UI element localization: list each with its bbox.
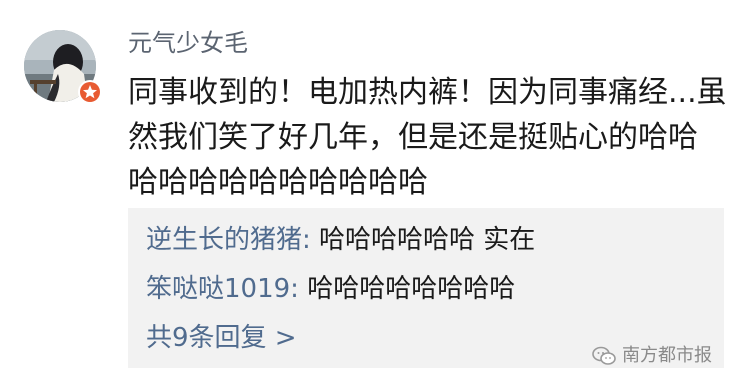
reply-author[interactable]: 笨哒哒1019: — [146, 274, 299, 304]
reply-text: 哈哈哈哈哈哈哈哈 — [307, 274, 516, 304]
wechat-icon — [592, 346, 616, 365]
reply-item: 逆生长的猪猪: 哈哈哈哈哈哈 实在 — [146, 222, 535, 258]
verified-badge-icon — [78, 80, 102, 104]
comment-line: 然我们笑了好几年，但是还是挺贴心的哈哈 — [128, 120, 698, 155]
comment-line: 同事收到的！电加热内裤！因为同事痛经...虽 — [128, 75, 727, 110]
reply-author[interactable]: 逆生长的猪猪: — [146, 225, 311, 255]
reply-text: 哈哈哈哈哈哈 实在 — [319, 225, 536, 255]
comment-card: 元气少女毛 同事收到的！电加热内裤！因为同事痛经...虽 然我们笑了好几年，但是… — [0, 0, 750, 385]
view-all-replies-link[interactable]: 共9条回复 > — [146, 320, 297, 356]
comment-text: 同事收到的！电加热内裤！因为同事痛经...虽 然我们笑了好几年，但是还是挺贴心的… — [128, 70, 727, 205]
comment-line: 哈哈哈哈哈哈哈哈哈哈 — [128, 165, 428, 200]
reply-item: 笨哒哒1019: 哈哈哈哈哈哈哈哈 — [146, 271, 515, 307]
username[interactable]: 元气少女毛 — [128, 26, 248, 60]
watermark-text: 南方都市报 — [622, 345, 712, 366]
